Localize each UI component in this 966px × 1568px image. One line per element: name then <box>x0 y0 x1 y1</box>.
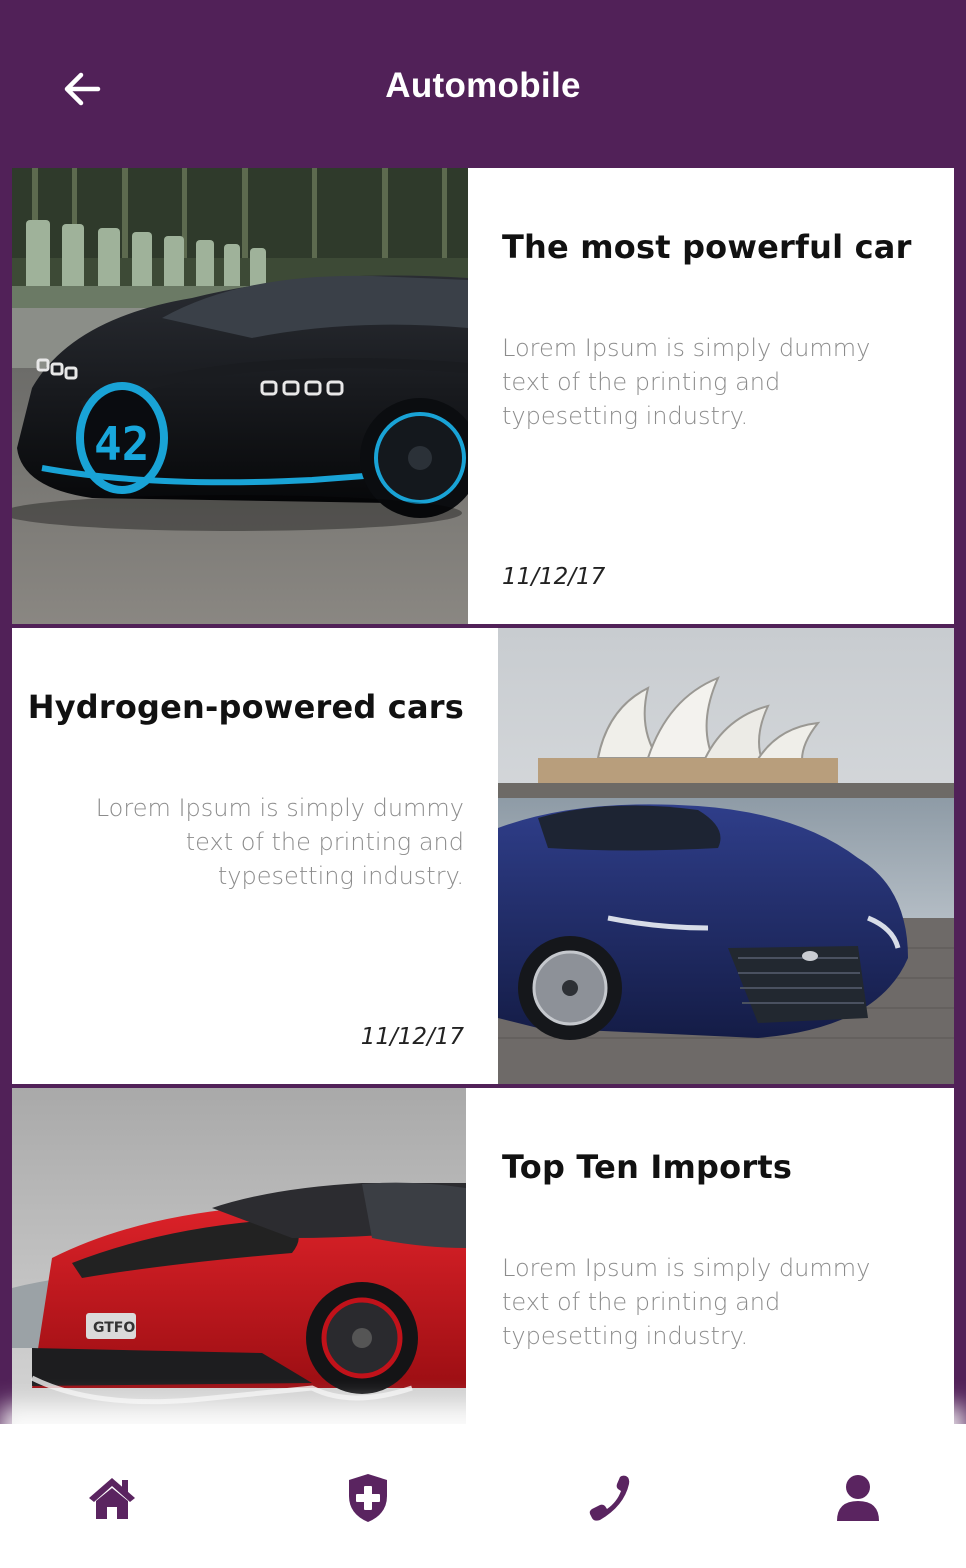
article-image-hypercar: 42 <box>12 168 468 624</box>
user-icon <box>837 1475 879 1521</box>
article-card[interactable]: GTFO Top Ten Imports Lorem Ipsum is simp… <box>12 1088 954 1424</box>
license-plate-text: GTFO <box>93 1320 135 1336</box>
page-title: Automobile <box>385 66 581 105</box>
article-excerpt: Lorem Ipsum is simply dummy text of the … <box>502 1254 871 1350</box>
article-image-red-car: GTFO <box>12 1088 466 1424</box>
article-date: 11/12/17 <box>502 564 606 590</box>
article-excerpt: Lorem Ipsum is simply dummy text of the … <box>502 334 871 430</box>
phone-icon <box>589 1475 630 1521</box>
article-title: The most powerful car <box>502 228 912 266</box>
article-date: 11/12/17 <box>360 1024 464 1050</box>
article-card[interactable]: 42 The most powerful car Lorem Ipsum is … <box>12 168 954 624</box>
article-title: Top Ten Imports <box>502 1148 793 1186</box>
article-excerpt: Lorem Ipsum is simply dummy text of the … <box>95 794 464 890</box>
svg-text:42: 42 <box>94 417 149 471</box>
bottom-navigation <box>0 1424 966 1568</box>
article-text: Hydrogen-powered cars Lorem Ipsum is sim… <box>12 628 498 1084</box>
nav-call[interactable] <box>580 1468 640 1528</box>
article-text: The most powerful car Lorem Ipsum is sim… <box>468 168 954 624</box>
nav-profile[interactable] <box>828 1468 888 1528</box>
article-image-blue-coupe <box>498 628 954 1084</box>
nav-home[interactable] <box>82 1468 142 1528</box>
nav-health[interactable] <box>338 1468 398 1528</box>
article-title: Hydrogen-powered cars <box>27 688 464 726</box>
home-icon <box>89 1478 135 1519</box>
medical-shield-icon <box>349 1474 387 1522</box>
article-card[interactable]: Hydrogen-powered cars Lorem Ipsum is sim… <box>12 628 954 1084</box>
app-header: Automobile <box>0 0 966 168</box>
article-text: Top Ten Imports Lorem Ipsum is simply du… <box>466 1088 954 1424</box>
